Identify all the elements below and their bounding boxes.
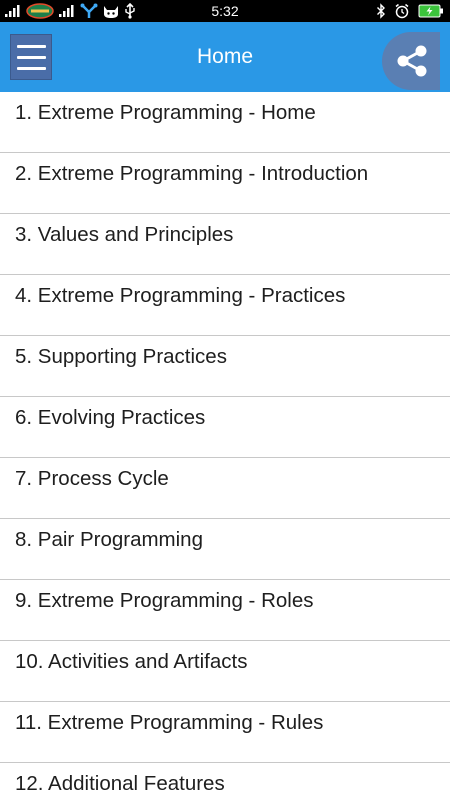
list-item[interactable]: 3. Values and Principles — [0, 214, 450, 275]
list-item[interactable]: 12. Additional Features — [0, 763, 450, 800]
share-icon — [397, 45, 427, 77]
list-item[interactable]: 5. Supporting Practices — [0, 336, 450, 397]
status-bar: 5:32 — [0, 0, 450, 22]
share-button[interactable] — [382, 32, 440, 90]
status-left — [4, 2, 136, 20]
menu-button[interactable] — [10, 34, 52, 80]
signal-icon — [58, 4, 76, 18]
list-item[interactable]: 8. Pair Programming — [0, 519, 450, 580]
list-item[interactable]: 1. Extreme Programming - Home — [0, 92, 450, 153]
cat-icon — [102, 3, 120, 19]
list-item[interactable]: 6. Evolving Practices — [0, 397, 450, 458]
app-bar: Home — [0, 22, 450, 92]
list-item[interactable]: 10. Activities and Artifacts — [0, 641, 450, 702]
list-item[interactable]: 2. Extreme Programming - Introduction — [0, 153, 450, 214]
list-item[interactable]: 7. Process Cycle — [0, 458, 450, 519]
alarm-icon — [394, 3, 410, 19]
usb-icon — [124, 2, 136, 19]
battery-charging-icon — [418, 4, 444, 18]
status-right — [376, 2, 444, 20]
topic-list: 1. Extreme Programming - Home 2. Extreme… — [0, 92, 450, 800]
carrier-badge-icon — [26, 3, 54, 19]
signal-icon — [4, 4, 22, 18]
screen: 5:32 Home 1. Extreme Programming - Home … — [0, 0, 450, 800]
list-item[interactable]: 4. Extreme Programming - Practices — [0, 275, 450, 336]
usb-share-icon — [80, 3, 98, 19]
list-item[interactable]: 9. Extreme Programming - Roles — [0, 580, 450, 641]
bluetooth-icon — [376, 3, 386, 19]
list-item[interactable]: 11. Extreme Programming - Rules — [0, 702, 450, 763]
